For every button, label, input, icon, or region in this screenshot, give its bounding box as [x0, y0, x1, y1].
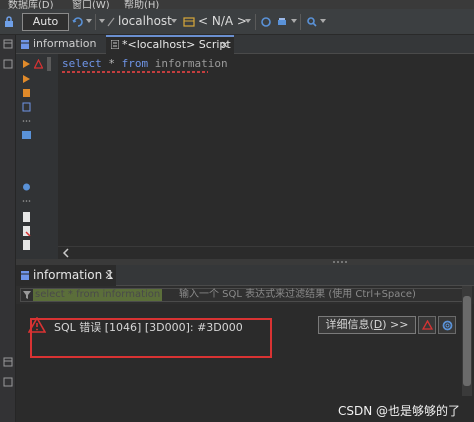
sql-editor[interactable]: select * from information	[58, 54, 474, 259]
editor-gutter	[16, 54, 58, 259]
table-icon	[21, 271, 29, 280]
chevron-down-icon[interactable]	[171, 19, 177, 23]
error-underline	[62, 71, 208, 73]
execute-script-icon[interactable]	[22, 74, 31, 84]
details-button[interactable]: 详细信息(D) >>	[318, 316, 416, 334]
lock-icon[interactable]	[4, 16, 14, 27]
filter-input[interactable]: select * from information 输入一个 SQL 表达式来过…	[20, 288, 470, 302]
run-arrow-icon[interactable]	[22, 59, 31, 69]
transaction-mode-button[interactable]: Auto	[22, 13, 69, 31]
transaction-icon[interactable]	[72, 16, 84, 28]
file-icon[interactable]	[22, 240, 31, 250]
menu-help[interactable]: 帮助(H)	[124, 0, 159, 9]
warning-icon	[422, 320, 433, 330]
sql-line-1[interactable]: select * from information	[62, 57, 228, 70]
results-filter-bar: select * from information 输入一个 SQL 表达式来过…	[16, 286, 474, 304]
settings-icon[interactable]	[22, 182, 31, 192]
toolbar-separator	[255, 14, 256, 30]
scrollbar-thumb[interactable]	[463, 296, 471, 386]
toolbar-separator	[95, 14, 96, 30]
chevron-down-icon[interactable]	[291, 19, 297, 23]
tab-script[interactable]: *<localhost> Script ×	[106, 35, 234, 54]
details-button-prefix: 详细信息(	[325, 318, 374, 331]
error-message: SQL 错误 [1046] [3D000]: #3D000	[54, 321, 243, 334]
minimize-icon[interactable]	[3, 39, 13, 49]
format-sql-icon[interactable]	[22, 102, 31, 112]
error-log-button[interactable]	[418, 316, 436, 334]
close-icon[interactable]: ×	[220, 37, 229, 52]
tab-label: information	[33, 37, 97, 50]
close-icon[interactable]: ×	[104, 265, 114, 286]
tab-information[interactable]: information	[16, 35, 106, 54]
chevron-down-icon[interactable]	[99, 19, 105, 23]
console-icon[interactable]	[22, 130, 31, 140]
schema-selector[interactable]: < N/A >	[198, 14, 247, 28]
schema-icon	[183, 17, 195, 27]
current-line-marker	[47, 57, 51, 71]
sql-script-icon	[111, 40, 119, 49]
tab-results[interactable]: information 1 ×	[16, 265, 116, 286]
menu-bar: 数据库(D) 窗口(W) 帮助(H)	[0, 0, 474, 9]
editor-tab-strip: information *<localhost> Script ×	[16, 35, 474, 54]
error-warning-icon	[28, 317, 46, 333]
datasource-selector[interactable]: localhost	[118, 14, 172, 28]
refresh-icon[interactable]	[260, 16, 272, 28]
table-icon	[21, 40, 29, 49]
lifebuoy-icon	[442, 320, 453, 331]
print-icon[interactable]	[276, 16, 288, 28]
maximize-icon[interactable]	[3, 59, 13, 69]
delete-file-icon[interactable]	[22, 226, 31, 236]
results-vertical-scrollbar[interactable]	[462, 286, 472, 396]
new-file-icon[interactable]	[22, 212, 31, 222]
chevron-left-icon[interactable]	[62, 248, 70, 258]
filter-query-chip: select * from information	[33, 289, 163, 301]
sql-keyword-select: select	[62, 57, 102, 70]
sql-table-name: information	[154, 57, 228, 70]
results-tab-label: information 1	[33, 268, 114, 282]
details-button-key: D	[373, 318, 383, 331]
main-toolbar: Auto localhost < N/A >	[0, 9, 474, 35]
csdn-watermark: CSDN @也是够够的了	[338, 404, 461, 418]
tab-label: *<localhost> Script	[122, 38, 231, 51]
chevron-down-icon[interactable]	[86, 19, 92, 23]
menu-window[interactable]: 窗口(W)	[72, 0, 110, 9]
explain-plan-icon[interactable]	[22, 88, 31, 98]
editor-horizontal-scrollbar[interactable]	[58, 246, 474, 258]
sql-keyword-from: from	[121, 57, 149, 70]
warning-icon	[34, 59, 43, 69]
help-button[interactable]	[438, 316, 456, 334]
details-button-suffix: ) >>	[382, 318, 409, 331]
chevron-down-icon[interactable]	[320, 19, 326, 23]
drag-handle-icon[interactable]	[332, 260, 348, 264]
filter-icon	[23, 291, 31, 299]
filter-placeholder: 输入一个 SQL 表达式来过滤结果 (使用 Ctrl+Space)	[179, 289, 416, 300]
datasource-icon	[107, 17, 115, 27]
results-tab-strip: information 1 ×	[16, 265, 474, 286]
chevron-down-icon[interactable]	[245, 19, 251, 23]
more-icon[interactable]	[22, 116, 31, 126]
maximize-icon[interactable]	[3, 377, 13, 387]
sql-star: *	[108, 57, 115, 70]
menu-database[interactable]: 数据库(D)	[8, 0, 54, 9]
search-icon[interactable]	[306, 16, 318, 28]
minimize-icon[interactable]	[3, 357, 13, 367]
toolbar-separator	[300, 14, 301, 30]
left-side-panel	[0, 35, 16, 422]
more-icon[interactable]	[22, 196, 31, 206]
